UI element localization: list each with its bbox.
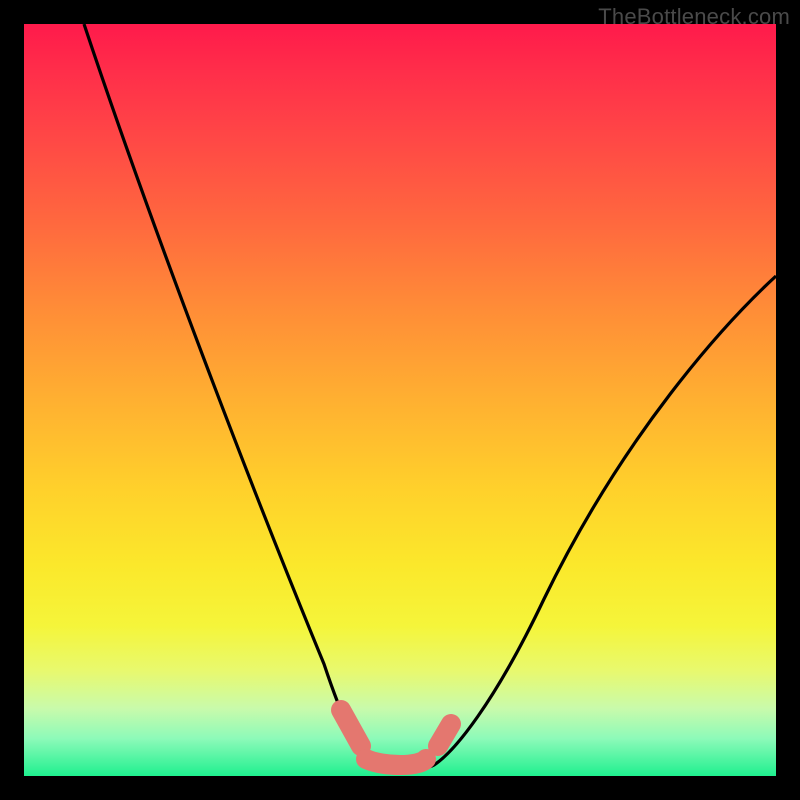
trough-marker-right [438, 724, 451, 746]
trough-marker-mid [366, 759, 426, 765]
bottleneck-curve [24, 24, 776, 776]
trough-marker-left [341, 710, 361, 746]
plot-area [24, 24, 776, 776]
curve-path [84, 24, 776, 770]
watermark-text: TheBottleneck.com [598, 4, 790, 30]
